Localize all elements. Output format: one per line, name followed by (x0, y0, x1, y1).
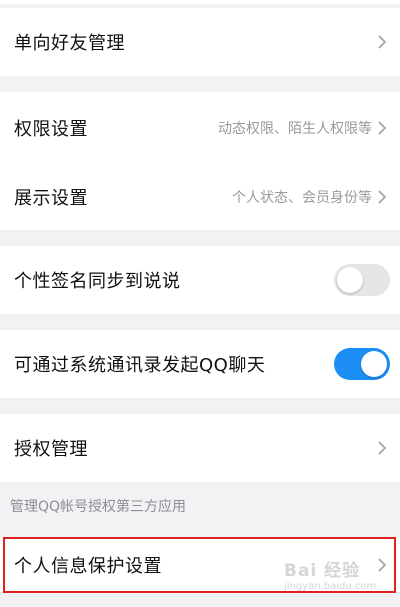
one-way-friends-label: 单向好友管理 (14, 33, 125, 54)
privacy-settings-row[interactable]: 个人信息保护设置 (0, 538, 400, 592)
chevron-right-icon (378, 121, 387, 135)
contacts-chat-row: 可通过系统通讯录发起QQ聊天 (0, 330, 400, 398)
authorization-label: 授权管理 (14, 439, 88, 460)
contacts-chat-label: 可通过系统通讯录发起QQ聊天 (14, 355, 266, 376)
signature-sync-label: 个性签名同步到说说 (14, 271, 181, 292)
contacts-chat-toggle[interactable] (334, 348, 390, 380)
privacy-settings-label: 个人信息保护设置 (14, 556, 162, 577)
chevron-right-icon (378, 441, 387, 455)
toggle-knob (337, 267, 363, 293)
toggle-knob (361, 351, 387, 377)
display-row[interactable]: 展示设置 个人状态、会员身份等 (0, 164, 400, 230)
previous-row-edge (0, 0, 400, 4)
display-label: 展示设置 (14, 188, 88, 209)
one-way-friends-row[interactable]: 单向好友管理 (0, 8, 400, 76)
display-hint: 个人状态、会员身份等 (232, 190, 372, 206)
permissions-label: 权限设置 (14, 119, 88, 140)
signature-sync-toggle[interactable] (334, 264, 390, 296)
permissions-row[interactable]: 权限设置 动态权限、陌生人权限等 (0, 92, 400, 164)
chevron-right-icon (378, 558, 387, 572)
chevron-right-icon (378, 35, 387, 49)
authorization-row[interactable]: 授权管理 (0, 414, 400, 482)
permissions-hint: 动态权限、陌生人权限等 (218, 121, 372, 137)
signature-sync-row: 个性签名同步到说说 (0, 246, 400, 314)
chevron-right-icon (378, 190, 387, 204)
authorization-note: 管理QQ帐号授权第三方应用 (10, 499, 187, 515)
